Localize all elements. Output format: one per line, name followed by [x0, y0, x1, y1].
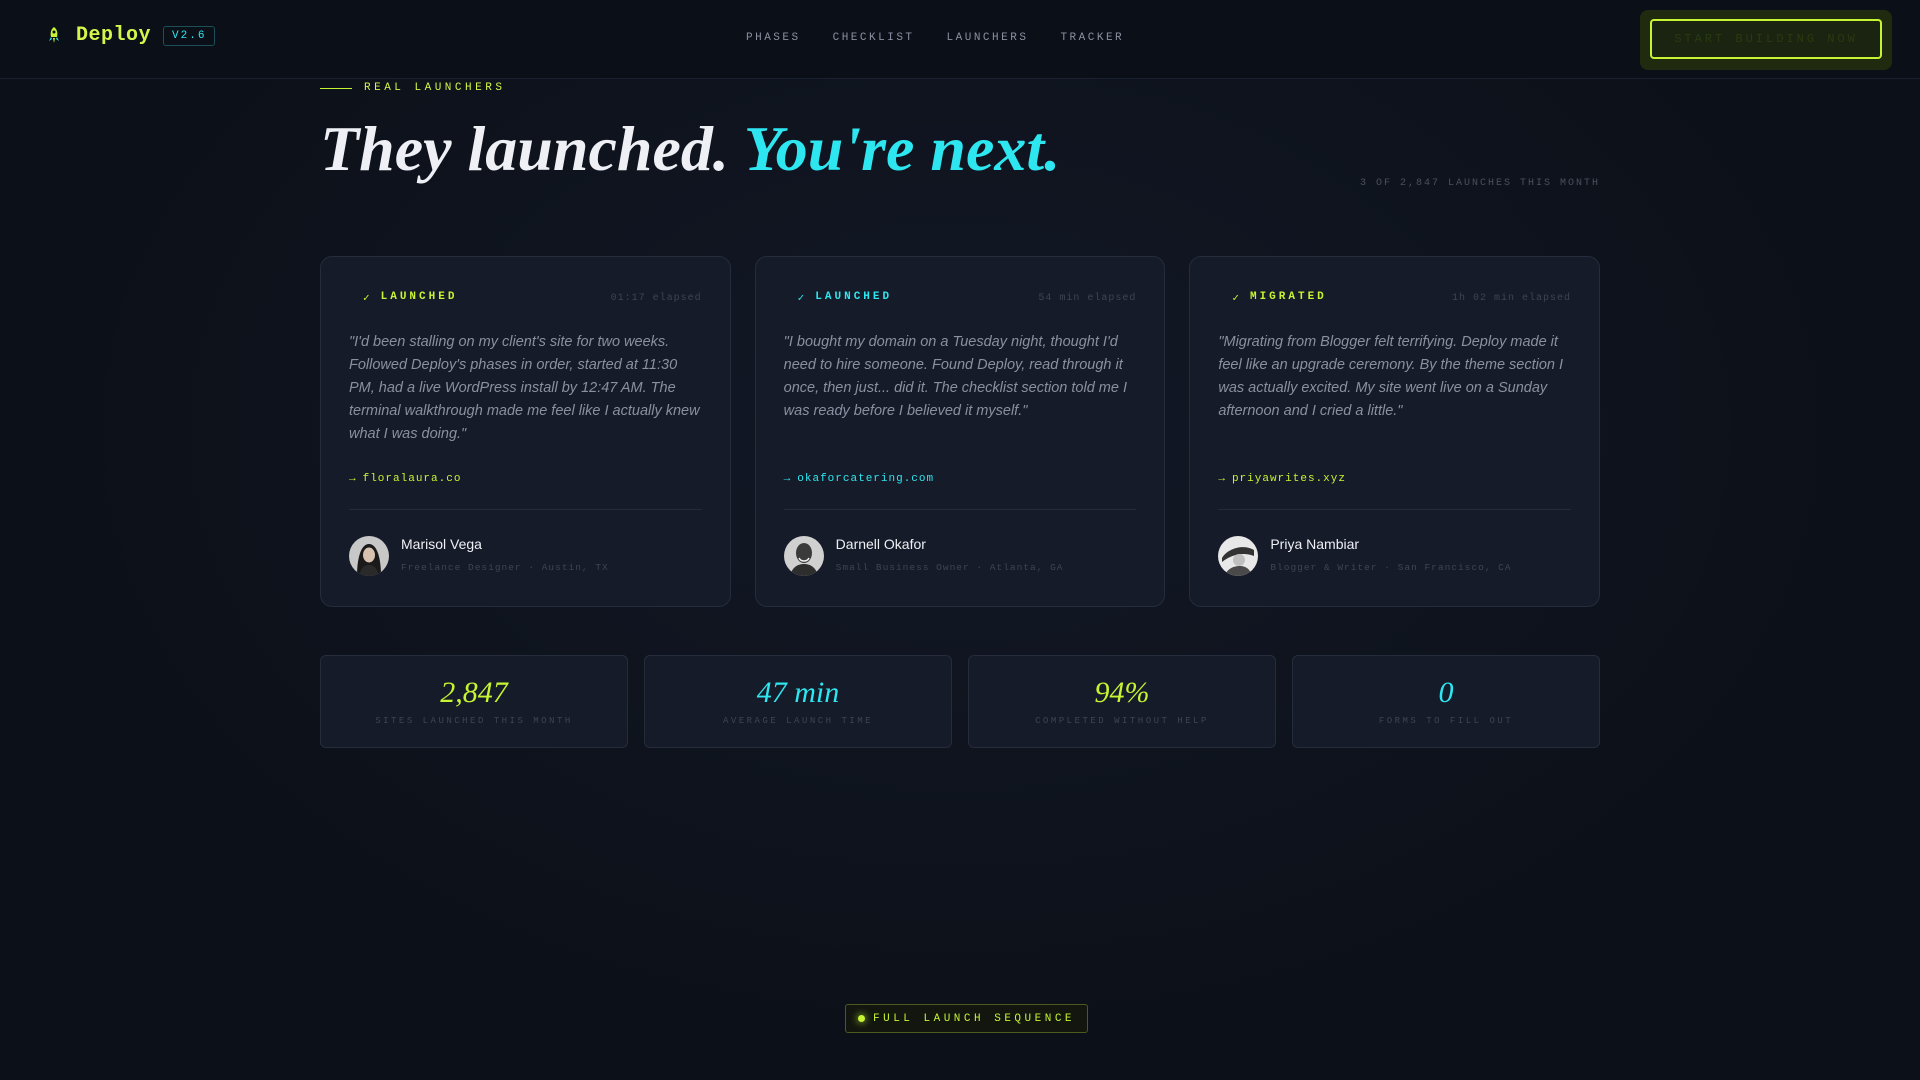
- version-badge: V2.6: [163, 25, 216, 46]
- testimonial-quote: "I bought my domain on a Tuesday night, …: [783, 334, 1128, 419]
- launch-counter: 3 OF 2,847 LAUNCHES THIS MONTH: [1359, 178, 1600, 189]
- stat-value: 2,847: [440, 676, 508, 709]
- stat-sites-launched: 2,847 SITES LAUNCHED THIS MONTH: [320, 655, 628, 748]
- check-icon: ✓: [1232, 293, 1242, 305]
- nav-link-checklist[interactable]: CHECKLIST: [833, 32, 915, 44]
- nav-link-launchers[interactable]: LAUNCHERS: [947, 32, 1029, 44]
- testimonial-quote: "Migrating from Blogger felt terrifying.…: [1218, 334, 1564, 419]
- author-role: Blogger & Writer · San Francisco, CA: [1270, 562, 1512, 573]
- elapsed-time: 1h 02 min elapsed: [1451, 292, 1572, 304]
- testimonial-quote: "I'd been stalling on my client's site f…: [349, 334, 700, 442]
- status-badge: ✓ LAUNCHED: [363, 291, 458, 305]
- launch-sequence-badge: FULL LAUNCH SEQUENCE: [845, 1004, 1089, 1033]
- author: Marisol Vega Freelance Designer · Austin…: [349, 536, 702, 576]
- avatar: [783, 536, 824, 576]
- avatar: [1218, 536, 1259, 576]
- headline-accent: You're next.: [743, 113, 1061, 184]
- stat-label: FORMS TO FILL OUT: [1378, 716, 1514, 726]
- check-icon: ✓: [363, 293, 373, 305]
- stat-label: COMPLETED WITHOUT HELP: [1035, 716, 1209, 726]
- divider: [1218, 509, 1572, 510]
- stat-average-time: 47 min AVERAGE LAUNCH TIME: [644, 655, 952, 748]
- testimonial-card: ✓ MIGRATED 1h 02 min elapsed "Migrating f…: [1189, 256, 1601, 607]
- testimonial-card: ✓ LAUNCHED 54 min elapsed "I bought my do…: [754, 256, 1166, 607]
- stats-row: 2,847 SITES LAUNCHED THIS MONTH 47 min A…: [320, 655, 1600, 748]
- author-name: Priya Nambiar: [1270, 536, 1360, 552]
- stat-label: SITES LAUNCHED THIS MONTH: [375, 716, 573, 726]
- nav-link-tracker[interactable]: TRACKER: [1060, 32, 1124, 44]
- author-name: Marisol Vega: [401, 536, 482, 552]
- brand[interactable]: Deploy V2.6: [44, 24, 216, 47]
- sequence-label: FULL LAUNCH SEQUENCE: [873, 1012, 1076, 1025]
- author-role: Small Business Owner · Atlanta, GA: [835, 562, 1064, 573]
- rocket-icon: [44, 26, 64, 46]
- site-link[interactable]: → okaforcatering.com: [784, 473, 1137, 485]
- section-eyebrow: REAL LAUNCHERS: [320, 82, 505, 94]
- stat-forms: 0 FORMS TO FILL OUT: [1292, 655, 1600, 748]
- divider: [349, 509, 702, 510]
- eyebrow-line: [320, 87, 352, 89]
- nav-link-phases[interactable]: PHASES: [746, 32, 801, 44]
- stat-label: AVERAGE LAUNCH TIME: [722, 716, 874, 726]
- stat-value: 0: [1438, 676, 1454, 709]
- site-link[interactable]: → priyawrites.xyz: [1218, 473, 1571, 485]
- status-badge: ✓ MIGRATED: [1232, 291, 1327, 305]
- author: Priya Nambiar Blogger & Writer · San Fra…: [1218, 536, 1571, 576]
- stat-value: 94%: [1094, 676, 1150, 709]
- status-badge: ✓ LAUNCHED: [797, 291, 893, 305]
- testimonial-card: ✓ LAUNCHED 01:17 elapsed "I'd been stalli…: [320, 256, 731, 607]
- headline-main: They launched.: [320, 113, 744, 184]
- author-role: Freelance Designer · Austin, TX: [401, 562, 609, 573]
- arrow-icon: →: [1218, 473, 1226, 485]
- arrow-icon: →: [783, 473, 792, 485]
- divider: [783, 509, 1137, 510]
- top-nav: Deploy V2.6 PHASES CHECKLIST LAUNCHERS T…: [0, 0, 1920, 79]
- status-dot-icon: [858, 1015, 865, 1022]
- site-link[interactable]: → floralaura.co: [349, 473, 702, 485]
- eyebrow-text: REAL LAUNCHERS: [364, 82, 506, 94]
- avatar: [349, 536, 389, 576]
- check-icon: ✓: [797, 293, 808, 305]
- author: Darnell Okafor Small Business Owner · At…: [783, 536, 1137, 576]
- author-name: Darnell Okafor: [835, 536, 926, 552]
- nav-links: PHASES CHECKLIST LAUNCHERS TRACKER: [746, 32, 1124, 44]
- testimonial-cards: ✓ LAUNCHED 01:17 elapsed "I'd been stalli…: [320, 256, 1601, 607]
- brand-name: Deploy: [76, 24, 152, 47]
- start-building-button[interactable]: START BUILDING NOW: [1650, 19, 1882, 59]
- elapsed-time: 01:17 elapsed: [610, 292, 702, 304]
- cta-wrapper: START BUILDING NOW: [1640, 10, 1892, 70]
- section-headline: They launched. You're next.: [320, 112, 1060, 186]
- arrow-icon: →: [349, 473, 357, 485]
- elapsed-time: 54 min elapsed: [1038, 292, 1137, 304]
- stat-value: 47 min: [756, 676, 840, 709]
- stat-completed: 94% COMPLETED WITHOUT HELP: [968, 655, 1276, 748]
